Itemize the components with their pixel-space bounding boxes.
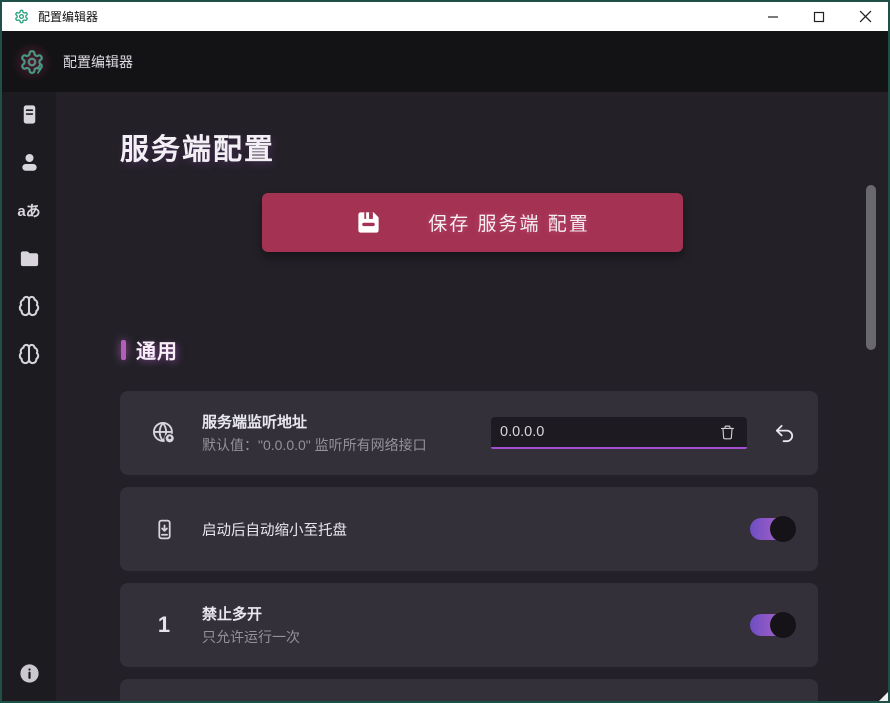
sidebar-item-server[interactable] xyxy=(12,102,46,126)
page-title: 服务端配置 xyxy=(120,126,275,168)
server-icon xyxy=(18,103,41,126)
sidebar-item-language[interactable]: aあ xyxy=(12,198,46,222)
setting-partial-card xyxy=(120,679,818,701)
sidebar-item-user[interactable] xyxy=(12,150,46,174)
setting-listen-address: 服务端监听地址 默认值："0.0.0.0" 监听所有网络接口 xyxy=(120,391,818,475)
app-header: 配置编辑器 xyxy=(2,31,888,92)
maximize-button[interactable] xyxy=(796,2,842,31)
tray-download-icon xyxy=(142,517,186,542)
auto-minimize-toggle[interactable] xyxy=(750,518,794,540)
info-icon xyxy=(18,662,41,685)
setting-description: 默认值："0.0.0.0" 监听所有网络接口 xyxy=(202,435,427,455)
resize-handle[interactable] xyxy=(879,692,888,701)
main-content: 服务端配置 保存 服务端 配置 通用 xyxy=(56,92,888,701)
titlebar: 配置编辑器 xyxy=(2,2,888,31)
sidebar-item-files[interactable] xyxy=(12,246,46,270)
language-icon: aあ xyxy=(17,200,40,221)
section-accent-bar xyxy=(121,340,126,360)
toggle-knob xyxy=(770,516,796,542)
sidebar-item-brain-2[interactable] xyxy=(12,342,46,366)
setting-description: 只允许运行一次 xyxy=(202,627,300,647)
save-button-label: 保存 服务端 配置 xyxy=(428,209,590,236)
window-controls xyxy=(750,2,888,31)
app-window: 配置编辑器 配置编辑器 xyxy=(0,0,890,703)
setting-single-instance: 1 禁止多开 只允许运行一次 xyxy=(120,583,818,667)
trash-icon xyxy=(719,424,736,441)
sidebar-item-brain-1[interactable] xyxy=(12,294,46,318)
minimize-button[interactable] xyxy=(750,2,796,31)
toggle-knob xyxy=(770,612,796,638)
single-instance-toggle[interactable] xyxy=(750,614,794,636)
close-button[interactable] xyxy=(842,2,888,31)
app-gear-glow-icon xyxy=(18,48,46,76)
listen-address-input[interactable] xyxy=(500,424,717,440)
brain-icon xyxy=(18,343,40,365)
globe-pin-icon xyxy=(142,420,186,446)
setting-title: 启动后自动缩小至托盘 xyxy=(202,519,347,540)
scrollbar-thumb[interactable] xyxy=(866,185,876,350)
section-title: 通用 xyxy=(136,335,178,364)
setting-title: 服务端监听地址 xyxy=(202,411,427,432)
listen-address-field xyxy=(491,417,747,449)
folder-icon xyxy=(18,247,41,270)
header-title: 配置编辑器 xyxy=(63,52,133,72)
section-general: 通用 xyxy=(121,335,178,364)
brain-icon xyxy=(18,295,40,317)
reset-default-button[interactable] xyxy=(773,422,796,445)
clear-field-button[interactable] xyxy=(717,422,738,443)
save-icon xyxy=(355,209,382,236)
titlebar-title: 配置编辑器 xyxy=(38,8,98,25)
sidebar: aあ xyxy=(2,92,56,701)
save-server-config-button[interactable]: 保存 服务端 配置 xyxy=(262,193,683,252)
settings-list: 服务端监听地址 默认值："0.0.0.0" 监听所有网络接口 xyxy=(120,391,818,701)
sidebar-item-about[interactable] xyxy=(12,661,46,685)
user-icon xyxy=(18,151,41,174)
app-gear-icon xyxy=(14,9,29,24)
setting-auto-minimize-tray: 启动后自动缩小至托盘 xyxy=(120,487,818,571)
number-one-icon: 1 xyxy=(142,612,186,638)
undo-icon xyxy=(773,422,796,445)
setting-title: 禁止多开 xyxy=(202,603,300,624)
